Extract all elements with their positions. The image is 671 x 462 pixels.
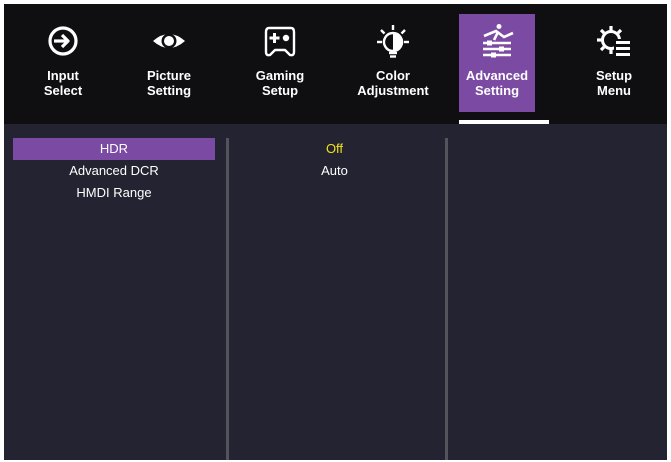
- gamepad-icon: [264, 26, 296, 57]
- option-auto[interactable]: Auto: [232, 160, 437, 182]
- option-off[interactable]: Off: [232, 138, 437, 160]
- tab-advanced-setting[interactable]: Advanced Setting: [459, 14, 535, 112]
- tab-label: Color Adjustment: [357, 68, 429, 98]
- tab-label: Input Select: [43, 68, 83, 98]
- menu-item-hdmi-range[interactable]: HMDI Range: [13, 182, 215, 204]
- detail-pane: [451, 138, 661, 460]
- menu-item-advanced-dcr[interactable]: Advanced DCR: [13, 160, 215, 182]
- tab-picture-setting[interactable]: Picture Setting: [131, 14, 207, 112]
- column-divider: [445, 138, 448, 460]
- eye-icon: [153, 33, 185, 49]
- advanced-sliders-icon: [483, 24, 514, 58]
- active-tab-indicator: [459, 120, 549, 124]
- tab-bar: Input Select Picture Setting Gaming Setu…: [4, 4, 667, 124]
- menu-list: HDR Advanced DCR HMDI Range: [13, 138, 215, 204]
- tab-label: Setup Menu: [595, 68, 633, 98]
- tab-setup-menu[interactable]: Setup Menu: [576, 14, 652, 112]
- column-divider: [226, 138, 229, 460]
- tab-label: Advanced Setting: [465, 68, 529, 98]
- color-bulb-icon: [377, 25, 409, 58]
- options-list: Off Auto: [232, 138, 437, 182]
- tab-label: Picture Setting: [146, 68, 192, 98]
- tab-label: Gaming Setup: [255, 68, 305, 98]
- input-select-icon: [48, 26, 78, 56]
- gear-menu-icon: [597, 26, 631, 59]
- tab-color-adjustment[interactable]: Color Adjustment: [355, 14, 431, 112]
- tab-gaming-setup[interactable]: Gaming Setup: [242, 14, 318, 112]
- osd-window: Input Select Picture Setting Gaming Setu…: [4, 4, 667, 460]
- tab-input-select[interactable]: Input Select: [25, 14, 101, 112]
- menu-item-hdr[interactable]: HDR: [13, 138, 215, 160]
